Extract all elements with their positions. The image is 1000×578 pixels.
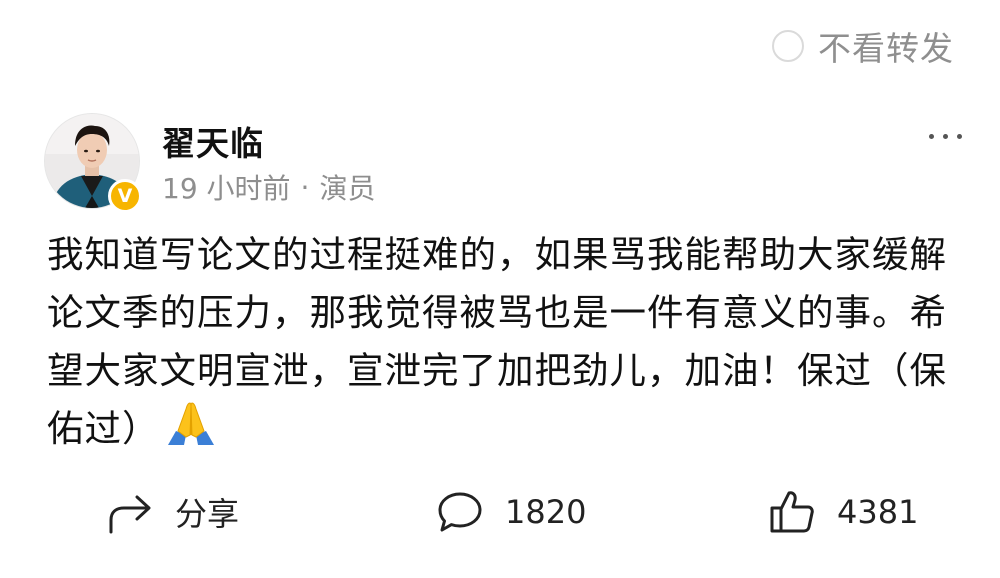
author-avatar-wrap[interactable]: V — [44, 113, 142, 213]
action-bar: 分享 1820 4381 — [0, 484, 1000, 540]
author-name[interactable]: 翟天临 — [162, 117, 264, 165]
no-repost-label: 不看转发 — [818, 29, 954, 68]
share-button[interactable]: 分享 — [107, 484, 239, 540]
thumbs-up-icon — [770, 491, 814, 533]
verified-badge-icon: V — [108, 179, 142, 213]
comment-count: 1820 — [505, 493, 587, 531]
no-repost-radio[interactable] — [772, 30, 804, 62]
folded-hands-icon — [166, 401, 216, 462]
more-dot-icon — [957, 134, 962, 139]
meta-separator: · — [300, 170, 310, 204]
comment-button[interactable]: 1820 — [437, 484, 586, 540]
more-dot-icon — [929, 134, 934, 139]
share-arrow-icon — [109, 495, 151, 534]
post-content: 我知道写论文的过程挺难的，如果骂我能帮助大家缓解论文季的压力，那我觉得被骂也是一… — [47, 226, 952, 462]
more-dot-icon — [943, 134, 948, 139]
weibo-post-card: 不看转发 V 翟天临 19 小时前 · 演员 我知道写论文的过程挺难的，如果骂我… — [0, 0, 1000, 578]
like-count: 4381 — [837, 493, 919, 531]
more-options-button[interactable] — [929, 128, 962, 145]
post-source: 演员 — [319, 172, 376, 205]
verified-badge-letter: V — [117, 185, 133, 207]
post-time: 19 小时前 — [162, 172, 291, 205]
no-repost-toggle[interactable]: 不看转发 — [772, 26, 954, 68]
like-button[interactable]: 4381 — [769, 484, 918, 540]
post-meta: 19 小时前 · 演员 — [162, 167, 375, 207]
comment-bubble-icon — [438, 492, 482, 532]
share-label: 分享 — [175, 495, 240, 533]
